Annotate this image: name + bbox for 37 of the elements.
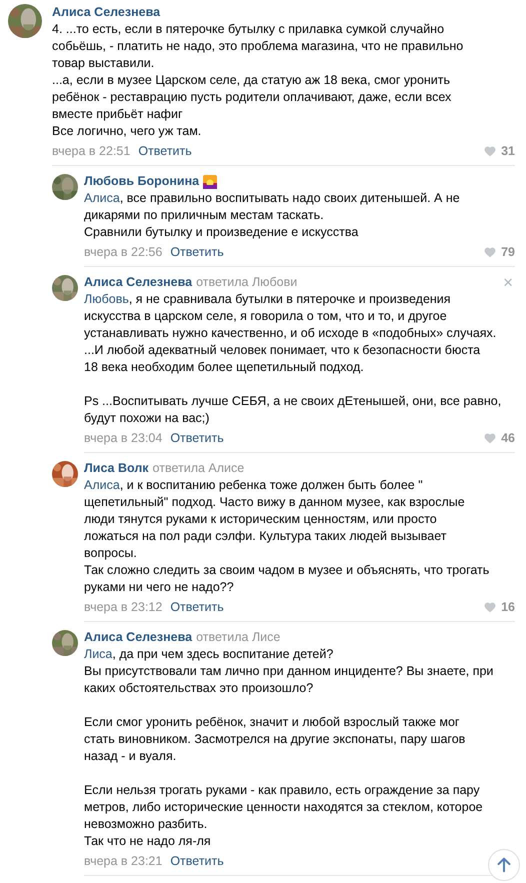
sunset-icon bbox=[203, 174, 218, 188]
comment-text: Если нельзя трогать руками - как правило, есть ограждение за пару метров, либо исторические ценности находятся за стеклом, которое невозможно разбить. Так что не надо ля-ля bbox=[84, 782, 483, 850]
heart-icon bbox=[483, 145, 498, 158]
author-link[interactable]: Алиса Селезнева bbox=[84, 629, 192, 646]
timestamp: вчера в 23:04 bbox=[84, 430, 162, 447]
reply-to-text: ответила Лисе bbox=[196, 629, 280, 646]
mention-link[interactable]: Любовь bbox=[84, 292, 129, 306]
comment-text: Алиса, все правильно воспитывать надо своих дитенышей. А не дикарями по приличным местам таскать. Сравнили бутылку и произведение е искусства bbox=[84, 190, 460, 241]
mention-link[interactable]: Алиса bbox=[84, 191, 120, 205]
comment-text: Ps ...Воспитывать лучше СЕБЯ, а не своих дЕтенышей, они, все равно, будут похожи на вас;) bbox=[84, 393, 502, 427]
timestamp: вчера в 22:56 bbox=[84, 244, 162, 261]
timestamp: вчера в 23:21 bbox=[84, 853, 162, 870]
author-link[interactable]: Алиса Селезнева bbox=[84, 274, 192, 291]
comment-text: Алиса, и к воспитанию ребенка тоже должен быть более " щепетильный" подход. Часто вижу в данном музее, как взрослые люди тянутся руками к историческим ценностям, или просто ложаться на пол ради сэлфи. Культура таких людей вызывает вопросы. Так сложно следить за своим чадом в музее и объяснять, что трогать руками ни чего не надо?? bbox=[84, 477, 490, 596]
heart-icon bbox=[483, 432, 498, 445]
scroll-to-top-button[interactable] bbox=[488, 849, 520, 881]
reply-link[interactable]: Ответить bbox=[170, 853, 224, 870]
author-link[interactable]: Алиса Селезнева bbox=[52, 4, 160, 21]
comment-text: Лиса, да при чем здесь воспитание детей? Вы присутствовали там лично при данном инциденте? Вы знаете, при каких обстоятельствах это произошло? bbox=[84, 646, 494, 697]
author-link[interactable]: Лиса Волк bbox=[84, 460, 149, 477]
reply-to-text: ответила Алисе bbox=[152, 460, 244, 477]
reply-to-text: ответила Любови bbox=[196, 274, 298, 291]
mention-link[interactable]: Алиса bbox=[84, 478, 120, 492]
heart-icon bbox=[483, 601, 498, 614]
author-link[interactable]: Любовь Боронина bbox=[84, 173, 200, 190]
heart-icon bbox=[483, 246, 498, 259]
reply-link[interactable]: Ответить bbox=[170, 244, 224, 261]
reply-link[interactable]: Ответить bbox=[170, 599, 224, 616]
arrow-up-icon bbox=[495, 856, 513, 874]
reply-link[interactable]: Ответить bbox=[138, 143, 192, 160]
timestamp: вчера в 23:12 bbox=[84, 599, 162, 616]
comment-text: 4. ...то есть, если в пятерочке бутылку с прилавка сумкой случайно собьёшь, - платить не надо, это проблема магазина, что не правильно товар выставили. ...а, если в музее Царском селе, да статую аж 18 века, смог уронить ребёнок - реставрацию пусть родители оплачивают, даже, если всех вместе прибьёт нафиг Все логично, чего уж там. bbox=[52, 21, 464, 140]
mention-link[interactable]: Лиса bbox=[84, 647, 112, 661]
comment-text: Если смог уронить ребёнок, значит и любой взрослый также мог стать виновником. Засмотрелся на другие экспонаты, пару шагов назад - и вуаля. bbox=[84, 714, 466, 765]
timestamp: вчера в 22:51 bbox=[52, 143, 130, 160]
reply-link[interactable]: Ответить bbox=[170, 430, 224, 447]
comment-text: Любовь, я не сравнивала бутылки в пятерочке и произведения искусства в царском селе, я говорила о том, что и то, и другое устанавливать нужно качественно, и об исходе в «подобных» случаях. ...И любой адекватный человек понимает, что к безопасности бюста 18 века необходим более щепетильный подход. bbox=[84, 291, 496, 376]
